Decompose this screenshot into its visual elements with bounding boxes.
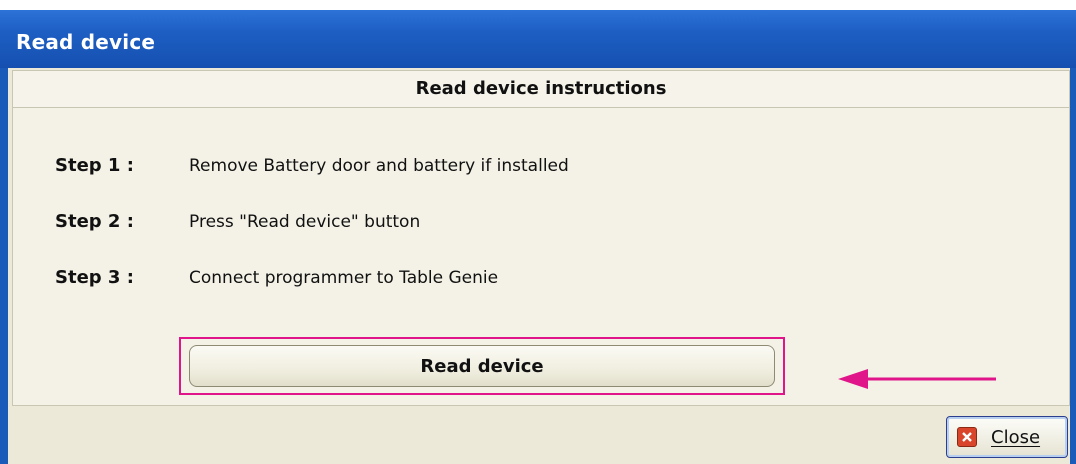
step-2-label: Step 2 : <box>55 211 134 232</box>
step-1-text: Remove Battery door and battery if insta… <box>189 156 569 176</box>
step-1-label: Step 1 : <box>55 155 134 176</box>
step-3-text: Connect programmer to Table Genie <box>189 268 499 288</box>
read-device-button[interactable]: Read device <box>189 345 775 387</box>
step-2-text: Press "Read device" button <box>189 212 421 232</box>
arrow-left-icon <box>838 369 996 389</box>
read-device-window: Read device Read device instructions Ste… <box>0 10 1076 464</box>
window-border-right <box>1070 68 1076 464</box>
close-label: Close <box>991 426 1041 448</box>
instructions-header: Read device instructions <box>13 71 1069 108</box>
close-icon <box>957 427 977 447</box>
close-button[interactable]: Close <box>946 416 1068 458</box>
window-title: Read device <box>0 10 1076 68</box>
instructions-panel: Read device instructions Step 1 : Remove… <box>12 70 1070 406</box>
step-3-label: Step 3 : <box>55 267 134 288</box>
